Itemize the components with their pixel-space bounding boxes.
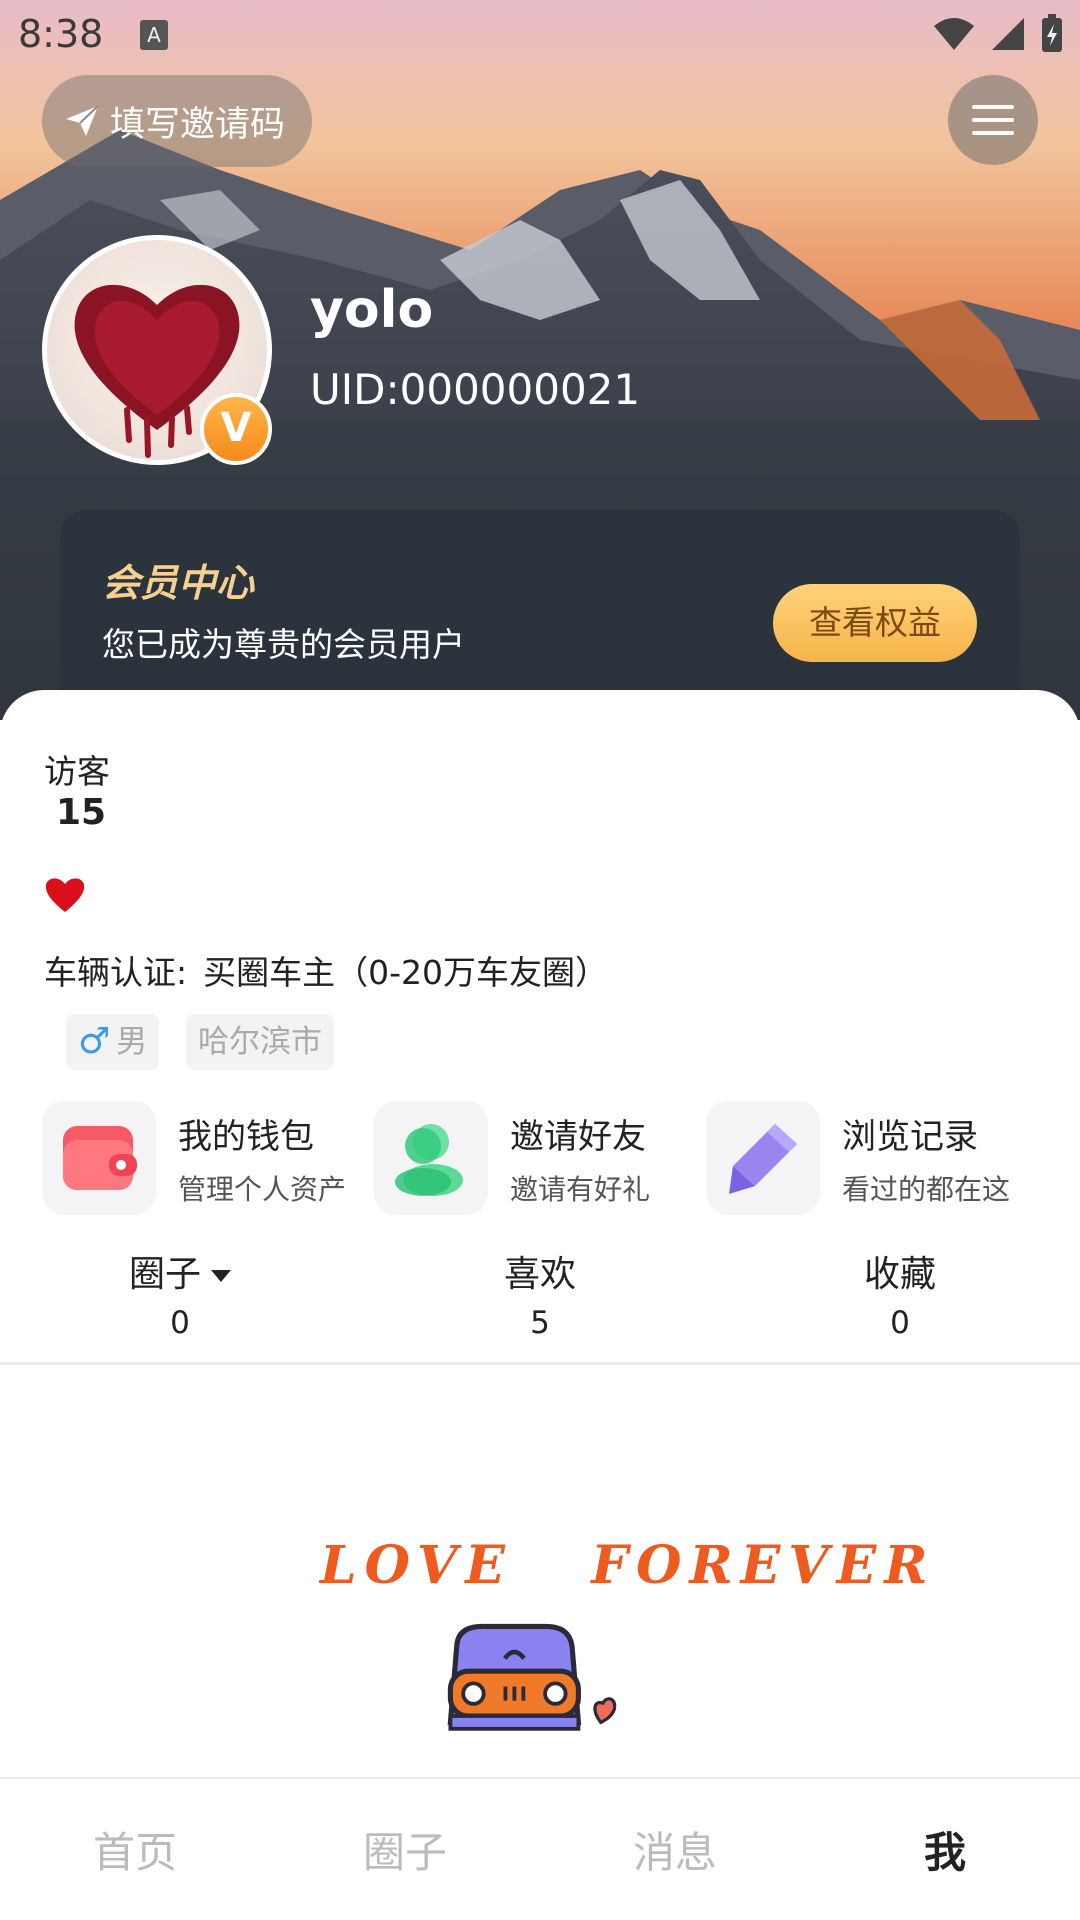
wallet-icon [63, 1126, 137, 1190]
gender-tag: ♂ 男 [66, 1014, 160, 1070]
menu-icon-line [972, 118, 1014, 122]
friends-icon [395, 1124, 463, 1196]
invite-friends-shortcut[interactable]: 邀请好友 邀请有好礼 [374, 1100, 704, 1216]
male-icon: ♂ [78, 1021, 111, 1062]
send-icon [66, 105, 99, 136]
status-time: 8:38 [18, 12, 104, 56]
signal-icon [992, 18, 1024, 50]
battery-icon [1042, 14, 1062, 52]
city-tag: 哈尔滨市 [186, 1014, 334, 1070]
vehicle-cert-value: 买圈车主（0-20万车友圈） [203, 953, 609, 992]
browse-history-title: 浏览记录 [842, 1116, 978, 1157]
wallet-icon-box [42, 1101, 156, 1215]
nav-home[interactable]: 首页 [0, 1819, 270, 1880]
invite-friends-title: 邀请好友 [510, 1116, 646, 1157]
wallet-desc: 管理个人资产 [178, 1172, 347, 1206]
car-illustration [447, 1623, 617, 1731]
stat-likes[interactable]: 喜欢 5 [420, 1245, 660, 1341]
stat-likes-value: 5 [530, 1305, 550, 1341]
stat-likes-label: 喜欢 [503, 1254, 576, 1295]
friends-icon-box [374, 1101, 488, 1215]
invite-code-label: 填写邀请码 [110, 104, 286, 145]
visitor-count: 15 [56, 792, 107, 833]
status-icons [932, 14, 1064, 54]
visitor-label[interactable]: 访客 [44, 745, 110, 793]
nav-circle[interactable]: 圈子 [270, 1819, 540, 1880]
user-uid: UID:000000021 [310, 365, 641, 414]
wallet-shortcut[interactable]: 我的钱包 管理个人资产 [42, 1100, 372, 1216]
heart-icon [45, 878, 85, 912]
love-forever-text: LOVE FOREVER [320, 1535, 936, 1596]
wallet-title: 我的钱包 [178, 1116, 314, 1157]
stats-divider [0, 1362, 1080, 1365]
wifi-icon [934, 18, 974, 50]
status-bar: 8:38 A [0, 0, 1080, 72]
stat-circle-label: 圈子 [128, 1254, 201, 1295]
notification-icon: A [140, 20, 168, 50]
menu-button[interactable] [948, 75, 1038, 165]
vip-badge: V [200, 393, 272, 465]
username: yolo [310, 280, 434, 340]
gender-label: 男 [116, 1024, 148, 1060]
dropdown-arrow-icon [211, 1270, 231, 1282]
stat-favorites-value: 0 [890, 1305, 910, 1341]
nav-me[interactable]: 我 [810, 1819, 1080, 1880]
stat-favorites[interactable]: 收藏 0 [780, 1245, 1020, 1341]
invite-friends-desc: 邀请有好礼 [510, 1172, 651, 1206]
browse-history-desc: 看过的都在这 [842, 1172, 1011, 1206]
vehicle-cert-label: 车辆认证: [44, 953, 188, 992]
menu-icon [972, 105, 1014, 109]
vehicle-certification: 车辆认证: 买圈车主（0-20万车友圈） [44, 946, 608, 994]
nav-messages[interactable]: 消息 [540, 1819, 810, 1880]
stats-row: 圈子 0 喜欢 5 收藏 0 [0, 1245, 1080, 1345]
view-benefits-button[interactable]: 查看权益 [773, 584, 977, 662]
stat-circle-value: 0 [170, 1305, 190, 1341]
stat-favorites-label: 收藏 [863, 1254, 936, 1295]
history-icon-box [706, 1101, 820, 1215]
pencil-icon [729, 1124, 797, 1194]
bottom-navigation: 首页 圈子 消息 我 [0, 1777, 1080, 1920]
stat-circle[interactable]: 圈子 0 [60, 1245, 300, 1341]
invite-code-button[interactable]: 填写邀请码 [42, 75, 312, 167]
browse-history-shortcut[interactable]: 浏览记录 看过的都在这 [706, 1100, 1036, 1216]
member-center-title: 会员中心 [102, 561, 255, 605]
menu-icon-line [972, 131, 1014, 135]
member-status-text: 您已成为尊贵的会员用户 [102, 625, 465, 664]
